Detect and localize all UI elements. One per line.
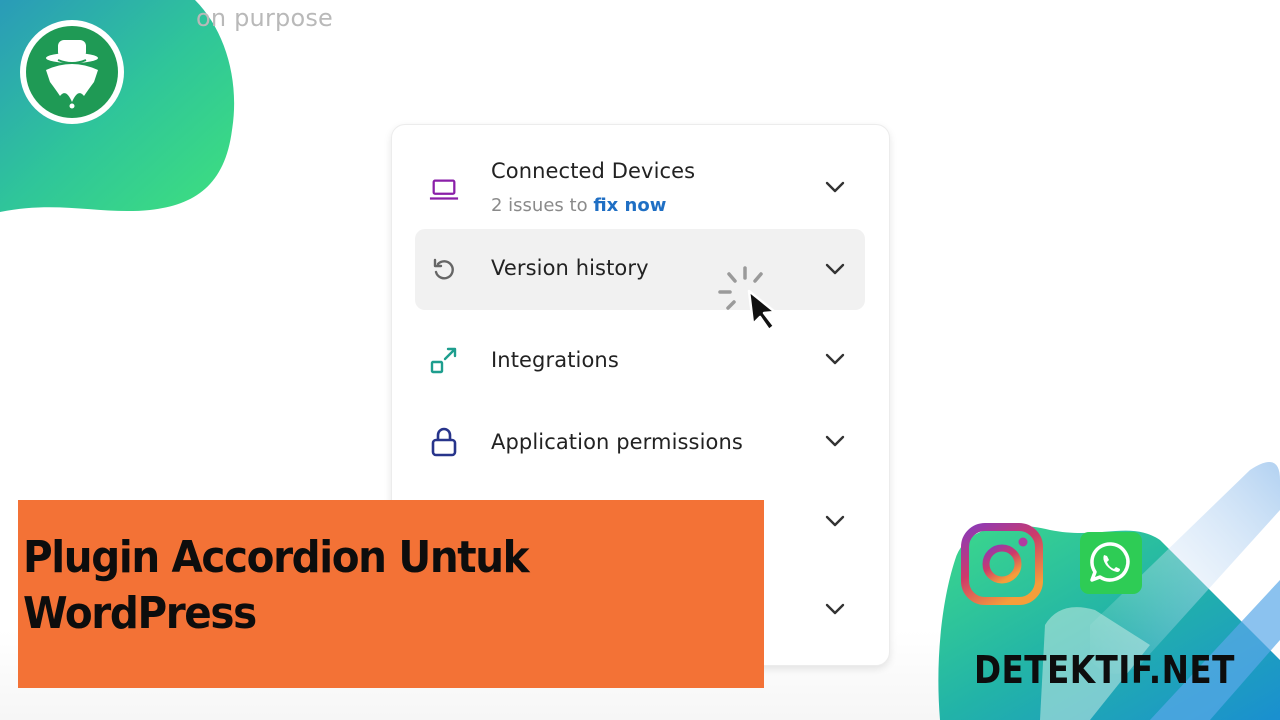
accordion-item-integrations[interactable]: Integrations: [415, 325, 865, 397]
banner-title-line1: Plugin Accordion Untuk: [23, 532, 530, 583]
background-text-fragment: on purpose: [196, 4, 334, 32]
accordion-item-label: Version history: [491, 256, 649, 280]
accordion-item-application-permissions[interactable]: Application permissions: [415, 407, 865, 479]
accordion-item-version-history[interactable]: Version history: [415, 229, 865, 310]
accordion-item-label: Integrations: [491, 348, 619, 372]
accordion-item-label: Application permissions: [491, 430, 743, 454]
accordion-item-subtitle: 2 issues to fix now: [491, 195, 666, 216]
chevron-down-icon[interactable]: [823, 597, 847, 621]
arrow-cursor-icon: [747, 289, 777, 332]
laptop-icon: [429, 175, 459, 205]
banner-title: Plugin Accordion Untuk WordPress: [23, 530, 530, 642]
banner-title-line2: WordPress: [23, 588, 257, 639]
chevron-down-icon[interactable]: [823, 509, 847, 533]
fix-now-link[interactable]: fix now: [593, 195, 666, 216]
external-link-icon: [429, 345, 459, 375]
history-icon: [429, 255, 459, 285]
subtitle-text: 2 issues to: [491, 195, 594, 216]
whatsapp-icon[interactable]: [1080, 532, 1142, 594]
mouse-cursor-loading: [718, 266, 777, 332]
accordion-item-connected-devices[interactable]: Connected Devices 2 issues to fix now: [415, 153, 865, 225]
accordion-item-label: Connected Devices: [491, 159, 696, 183]
lock-icon: [429, 427, 459, 457]
detective-logo: [20, 20, 124, 124]
chevron-down-icon[interactable]: [823, 175, 847, 199]
chevron-down-icon[interactable]: [823, 347, 847, 371]
chevron-down-icon[interactable]: [823, 257, 847, 281]
chevron-down-icon[interactable]: [823, 429, 847, 453]
brand-name: DETEKTIF.NET: [974, 648, 1235, 692]
instagram-icon[interactable]: [960, 522, 1044, 606]
title-banner: Plugin Accordion Untuk WordPress: [18, 500, 764, 688]
